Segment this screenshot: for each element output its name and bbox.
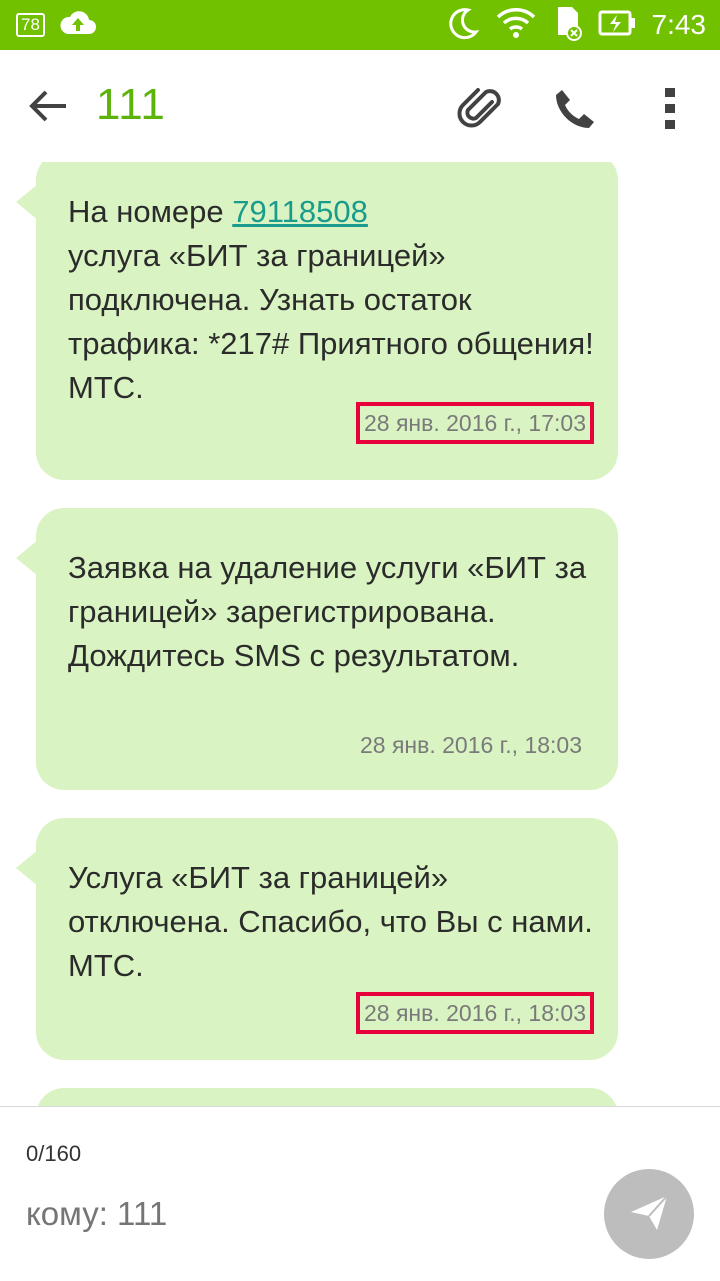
- status-bar: 78 7:43: [0, 0, 720, 50]
- message-bubble[interactable]: Заявка на удаление услуги «БИТ за границ…: [16, 508, 618, 790]
- message-bubble[interactable]: Услуга «БИТ за границей» отключена. Спас…: [16, 818, 618, 1060]
- cloud-upload-icon: [59, 8, 97, 41]
- message-bubble[interactable]: На номере 79118508 услуга «БИТ за границе…: [16, 162, 618, 480]
- toolbar: 111: [0, 50, 720, 162]
- char-counter: 0/160: [26, 1141, 82, 1166]
- bubble-tail: [16, 540, 38, 576]
- paperclip-icon: [456, 88, 506, 138]
- message-timestamp: 28 янв. 2016 г., 18:03: [356, 992, 594, 1034]
- more-vert-icon: [658, 88, 682, 138]
- sd-card-icon: [552, 5, 582, 46]
- send-button[interactable]: [604, 1169, 694, 1259]
- back-button[interactable]: [26, 84, 70, 128]
- compose-bar: 0/160: [0, 1106, 720, 1281]
- bubble-tail: [16, 184, 38, 220]
- message-list[interactable]: На номере 79118508 услуга «БИТ за границе…: [0, 162, 720, 1106]
- battery-level-icon: 78: [16, 12, 45, 37]
- battery-charging-icon: [598, 10, 636, 41]
- message-text: Услуга «БИТ за границей» отключена. Спас…: [68, 860, 593, 983]
- message-text: Заявка на удаление услуги «БИТ за границ…: [68, 550, 587, 673]
- attach-button[interactable]: [456, 84, 506, 134]
- wifi-icon: [496, 7, 536, 44]
- clock: 7:43: [651, 9, 707, 40]
- message-timestamp: 28 янв. 2016 г., 18:03: [360, 732, 582, 758]
- message-input[interactable]: [26, 1189, 566, 1239]
- moon-icon: [446, 6, 480, 45]
- phone-link[interactable]: 79118508: [232, 194, 368, 229]
- back-arrow-icon: [26, 90, 70, 132]
- send-icon: [627, 1190, 671, 1239]
- contact-title: 111: [96, 80, 166, 129]
- more-options-button[interactable]: [658, 84, 682, 134]
- bubble-tail: [16, 850, 38, 886]
- message-bubble[interactable]: [36, 1088, 618, 1106]
- message-timestamp: 28 янв. 2016 г., 17:03: [356, 402, 594, 444]
- phone-icon: [552, 90, 598, 136]
- call-button[interactable]: [552, 86, 598, 132]
- message-text: На номере 79118508 услуга «БИТ за границе…: [68, 194, 594, 405]
